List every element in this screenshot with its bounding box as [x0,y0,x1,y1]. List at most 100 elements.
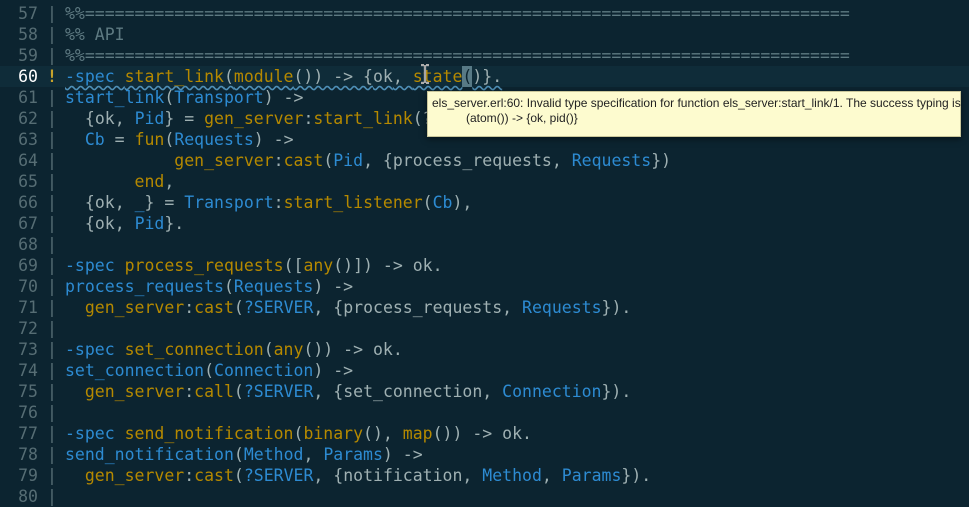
code-token: ) -> [313,277,354,296]
code-token: . [432,256,443,275]
code-token: ([ [283,256,304,275]
code-token: process_requests [65,277,224,296]
code-token: ?SERVER [243,466,314,485]
code-token: %% API [65,25,125,44]
code-editor[interactable]: 57 | %%===================================… [0,3,969,507]
code-token: Params [323,445,383,464]
code-token: Pid [333,151,364,170]
code-token: process_requests [124,256,284,275]
code-token: start_link [65,88,165,107]
code-line[interactable]: 71 | gen_server:cast(?SERVER, {process_re… [0,297,969,318]
code-token: end [134,172,165,191]
code-token: )}. [472,67,503,86]
gutter-separator: | [47,235,57,254]
line-number: 73 [18,340,38,359]
code-token: ( [233,445,244,464]
line-number: 79 [18,466,38,485]
code-text: {ok, Pid}. [65,213,184,234]
gutter-separator: | [47,487,57,506]
code-token: ok [372,340,393,359]
code-token: send_notification [124,424,294,443]
code-token: ) -> [313,361,354,380]
code-text: send_notification(Method, Params) -> [65,444,423,465]
code-line[interactable]: 67 | {ok, Pid}. [0,213,969,234]
code-token: send_notification [65,445,234,464]
code-token: process_requests [392,151,552,170]
code-token: Pid [134,109,165,128]
line-number: 57 [18,4,38,23]
code-token: }). [601,382,632,401]
code-line[interactable]: 74 | set_connection(Connection) -> [0,360,969,381]
code-line[interactable]: 75 | gen_server:call(?SERVER, {set_connec… [0,381,969,402]
gutter-separator: | [47,46,57,65]
code-token: }). [601,298,632,317]
code-token: Cb [432,193,453,212]
line-number: 60 [0,66,38,87]
code-line[interactable]: 72 | [0,318,969,339]
line-number: 68 [18,235,38,254]
code-line[interactable]: 73 | -spec set_connection(any()) -> ok. [0,339,969,360]
code-line[interactable]: 65 | end, [0,171,969,192]
code-token: , [303,445,324,464]
line-number: 59 [18,46,38,65]
code-line[interactable]: 78 | send_notification(Method, Params) -> [0,444,969,465]
gutter-separator: | [47,298,57,317]
code-token: start_link [313,109,413,128]
code-token: ) -> [382,445,423,464]
code-line[interactable]: 69 | -spec process_requests([any()]) -> ok… [0,255,969,276]
code-line[interactable]: 77 | -spec send_notification(binary(), map… [0,423,969,444]
code-line-current[interactable]: 60! -spec start_link(module()) -> {ok, st… [0,66,969,87]
code-token: any [303,256,334,275]
code-token: , [114,193,135,212]
code-token: set_connection [65,361,205,380]
code-text: start_link(Transport) -> [65,87,303,108]
code-token: module [233,67,294,86]
line-number: 74 [18,361,38,380]
gutter-separator: | [47,382,57,401]
code-text: process_requests(Requests) -> [65,276,353,297]
code-line[interactable]: 79 | gen_server:cast(?SERVER, {notificati… [0,465,969,486]
code-token: %%======================================… [65,46,850,65]
code-token: , [164,172,175,191]
line-number: 63 [18,130,38,149]
code-line[interactable]: 59 | %%===================================… [0,45,969,66]
code-line[interactable]: 58 | %% API [0,24,969,45]
code-token: . [522,424,532,443]
code-token: gen_server [84,382,185,401]
code-line[interactable]: 70 | process_requests(Requests) -> [0,276,969,297]
tooltip-message: els_server.erl:60: Invalid type specific… [432,96,961,110]
code-token: -spec [65,340,125,359]
code-line[interactable]: 64 | gen_server:cast(Pid, {process_reques… [0,150,969,171]
code-token: process_requests [343,298,503,317]
code-token: Requests [174,130,254,149]
code-token: Requests [233,277,314,296]
code-token: , [541,466,562,485]
tooltip-success-typing: (atom()) -> {ok, pid()} [466,111,578,125]
code-text: -spec set_connection(any()) -> ok. [65,339,403,360]
gutter-separator: | [47,4,57,23]
code-token: ( [204,361,215,380]
code-token: ), [452,193,473,212]
code-token: Cb [84,130,105,149]
code-token: } = [144,193,185,212]
code-text: gen_server:call(?SERVER, {set_connection… [65,381,631,402]
code-token: gen_server [84,466,185,485]
code-line[interactable]: 76 | [0,402,969,423]
code-token: ok [372,67,393,86]
code-text: set_connection(Connection) -> [65,360,353,381]
code-token: ( [233,466,244,485]
code-token: gen_server [84,298,185,317]
code-token: }. [164,214,185,233]
code-line[interactable]: 80 | [0,486,969,507]
line-number: 77 [18,424,38,443]
code-token: , [114,109,135,128]
code-line[interactable]: 66 | {ok, _} = Transport:start_listener(C… [0,192,969,213]
code-line[interactable]: 68 | [0,234,969,255]
code-token: ()]) -> [333,256,413,275]
code-token: : [184,298,195,317]
code-token: Transport [174,88,264,107]
code-line[interactable]: 57 | %%===================================… [0,3,969,24]
code-token: Method [243,445,304,464]
code-token: call [194,382,234,401]
